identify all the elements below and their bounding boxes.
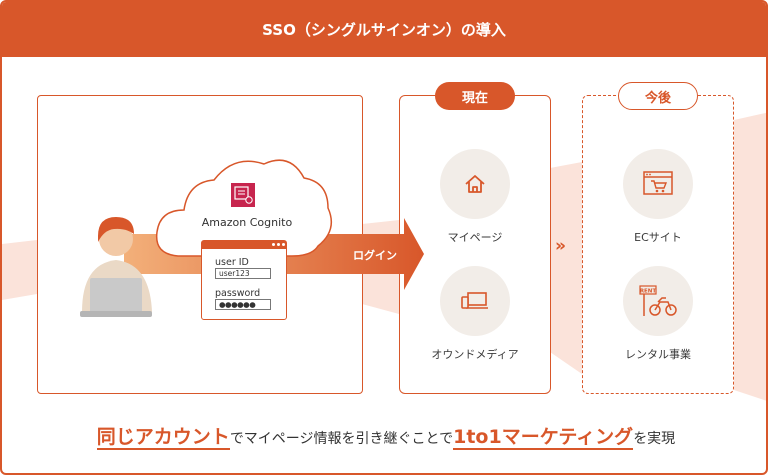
window-dot (272, 243, 275, 246)
current-badge: 現在 (435, 82, 515, 110)
diagram-frame: SSO（シングルサインオン）の導入 Amazon Cognito user ID… (0, 0, 768, 475)
caption-end: を実現 (633, 431, 676, 447)
devices-icon (461, 292, 488, 309)
login-form-card: user ID user123 password ●●●●●● (201, 240, 287, 320)
cart-icon (643, 171, 673, 195)
rent-sign-text: RENT (640, 288, 657, 294)
user-id-label: user ID (215, 257, 249, 268)
rental-label: レンタル事業 (625, 348, 691, 361)
ec-site-label: ECサイト (634, 231, 682, 244)
user-id-field[interactable]: user123 (215, 268, 271, 279)
house-icon (465, 175, 485, 193)
caption-emphasis-1to1: 1to1マーケティング (453, 426, 634, 450)
login-arrow-label: ログイン (353, 249, 397, 262)
window-dot (277, 243, 280, 246)
owned-media-label: オウンドメディア (431, 348, 519, 361)
mypage-label: マイページ (447, 231, 503, 244)
owned-media-icon-circle (440, 266, 510, 336)
mypage-icon-circle (440, 149, 510, 219)
password-field[interactable]: ●●●●●● (215, 299, 271, 310)
rent-bike-icon: RENT (639, 285, 677, 316)
double-chevron-right-icon: ›› (555, 236, 566, 256)
future-badge: 今後 (618, 82, 698, 110)
caption-emphasis-same-account: 同じアカウント (96, 426, 230, 450)
window-dot (282, 243, 285, 246)
caption-middle: でマイページ情報を引き継ぐことで (229, 431, 454, 447)
rental-icon-circle: RENT (623, 266, 693, 336)
cognito-label: Amazon Cognito (201, 216, 293, 229)
bottom-caption: 同じアカウントでマイページ情報を引き継ぐことで1to1マーケティングを実現 (2, 422, 766, 450)
password-label: password (215, 288, 261, 299)
login-form-titlebar (202, 241, 286, 249)
ec-site-icon-circle (623, 149, 693, 219)
